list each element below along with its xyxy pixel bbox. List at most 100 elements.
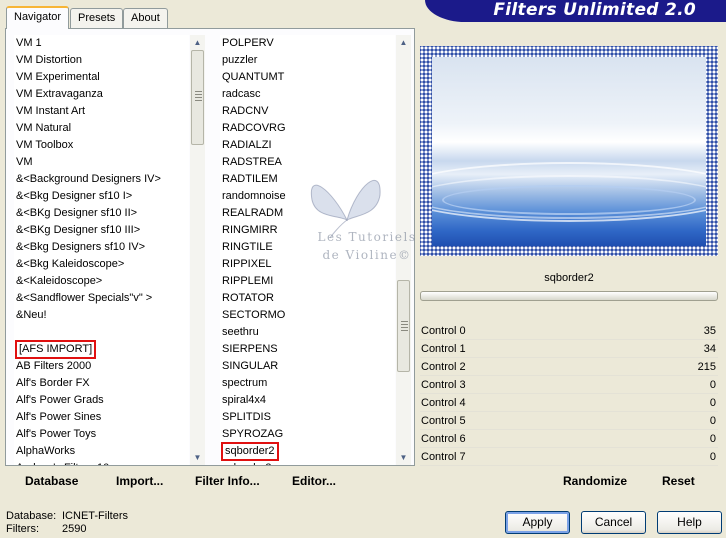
scroll-down-icon[interactable]: ▼	[190, 450, 205, 465]
control-row[interactable]: Control 5 0	[420, 412, 718, 430]
scroll-up-icon[interactable]: ▲	[396, 35, 411, 50]
filter-info-button[interactable]: Filter Info...	[195, 474, 260, 488]
category-item[interactable]: VM Instant Art	[14, 103, 189, 120]
filter-item-label: sqborder2	[221, 442, 279, 461]
category-item[interactable]: Alf's Power Sines	[14, 409, 189, 426]
category-item[interactable]: &<Background Designers IV>	[14, 171, 189, 188]
category-item[interactable]	[14, 324, 189, 341]
parameter-slider[interactable]	[420, 291, 718, 301]
control-row[interactable]: Control 2 215	[420, 358, 718, 376]
category-item[interactable]: Andrew's Filters 10	[14, 460, 189, 465]
filter-item[interactable]: RADCNV	[220, 103, 395, 120]
control-row[interactable]: Control 6 0	[420, 430, 718, 448]
filter-item-label: radcasc	[222, 88, 261, 100]
filter-item-label: spectrum	[222, 377, 268, 389]
filter-item[interactable]: RADCOVRG	[220, 120, 395, 137]
category-item-label: VM Extravaganza	[16, 88, 103, 100]
control-row[interactable]: Control 0 35	[420, 322, 718, 340]
control-value: 0	[709, 433, 716, 445]
category-item-label: &<Bkg Designers sf10 IV>	[16, 241, 146, 253]
category-item[interactable]: &<Sandflower Specials"v" >	[14, 290, 189, 307]
filter-item[interactable]: SPLITDIS	[220, 409, 395, 426]
category-item-label: VM Natural	[16, 122, 72, 134]
filter-item[interactable]: radcasc	[220, 86, 395, 103]
filter-item[interactable]: SINGULAR	[220, 358, 395, 375]
category-item[interactable]: VM 1	[14, 35, 189, 52]
category-item[interactable]: AB Filters 2000	[14, 358, 189, 375]
category-item[interactable]: &Neu!	[14, 307, 189, 324]
filter-item[interactable]: sqborder2	[220, 442, 395, 461]
filter-item-label: randomnoise	[222, 190, 286, 202]
filter-item[interactable]: spectrum	[220, 375, 395, 392]
database-value: ICNET-Filters	[62, 510, 128, 522]
filter-item[interactable]: sqborder3	[220, 460, 395, 465]
filter-item-label: SIERPENS	[222, 343, 278, 355]
filter-item[interactable]: QUANTUMT	[220, 69, 395, 86]
control-row[interactable]: Control 4 0	[420, 394, 718, 412]
filter-item[interactable]: SECTORMO	[220, 307, 395, 324]
filter-scroll-thumb[interactable]	[397, 280, 410, 372]
filter-item-label: RADTILEM	[222, 173, 278, 185]
filter-item[interactable]: ROTATOR	[220, 290, 395, 307]
category-item-label: &<Kaleidoscope>	[16, 275, 103, 287]
category-item[interactable]: VM Distortion	[14, 52, 189, 69]
category-item[interactable]: Alf's Power Grads	[14, 392, 189, 409]
category-item[interactable]: &<BKg Designer sf10 II>	[14, 205, 189, 222]
category-item[interactable]: &<BKg Designer sf10 III>	[14, 222, 189, 239]
control-row[interactable]: Control 7 0	[420, 448, 718, 466]
control-label: Control 2	[421, 361, 466, 373]
database-label: Database:	[6, 510, 57, 522]
controls-list: Control 0 35 Control 1 34 Control 2 215 Contro…	[420, 322, 718, 466]
filter-item-label: SPYROZAG	[222, 428, 284, 440]
filter-item[interactable]: RIPPLEMI	[220, 273, 395, 290]
category-item[interactable]: VM Toolbox	[14, 137, 189, 154]
control-row[interactable]: Control 3 0	[420, 376, 718, 394]
filter-item-label: puzzler	[222, 54, 258, 66]
watermark-line-2: de Violine©	[322, 248, 412, 262]
filter-item[interactable]: POLPERV	[220, 35, 395, 52]
filter-item[interactable]: SIERPENS	[220, 341, 395, 358]
scroll-up-icon[interactable]: ▲	[190, 35, 205, 50]
tab-presets[interactable]: Presets	[70, 8, 124, 28]
reset-button[interactable]: Reset	[662, 474, 695, 488]
filter-item[interactable]: puzzler	[220, 52, 395, 69]
category-scrollbar[interactable]: ▲ ▼	[190, 35, 205, 465]
tab-navigator[interactable]: Navigator	[6, 6, 70, 29]
filter-item[interactable]: seethru	[220, 324, 395, 341]
category-item[interactable]: VM Experimental	[14, 69, 189, 86]
category-list[interactable]: VM 1 VM Distortion VM Experimental VM Extra…	[14, 35, 189, 465]
editor-button[interactable]: Editor...	[292, 474, 336, 488]
tab-about[interactable]: About	[123, 8, 168, 28]
filter-item[interactable]: SPYROZAG	[220, 426, 395, 443]
category-item[interactable]: Alf's Power Toys	[14, 426, 189, 443]
import-button[interactable]: Import...	[116, 474, 163, 488]
control-row[interactable]: Control 1 34	[420, 340, 718, 358]
randomize-button[interactable]: Randomize	[563, 474, 627, 488]
database-button[interactable]: Database	[25, 474, 78, 488]
category-item-label: VM Toolbox	[16, 139, 74, 151]
cancel-button[interactable]: Cancel	[581, 511, 646, 534]
scroll-down-icon[interactable]: ▼	[396, 450, 411, 465]
category-item-label: &<Bkg Designer sf10 I>	[16, 190, 133, 202]
category-item[interactable]: [AFS IMPORT]	[14, 340, 189, 359]
filter-item-label: SECTORMO	[222, 309, 286, 321]
category-item[interactable]: VM Natural	[14, 120, 189, 137]
category-item[interactable]: AlphaWorks	[14, 443, 189, 460]
category-item[interactable]: &<Kaleidoscope>	[14, 273, 189, 290]
apply-button[interactable]: Apply	[505, 511, 570, 534]
category-item[interactable]: &<Bkg Designers sf10 IV>	[14, 239, 189, 256]
help-button[interactable]: Help	[657, 511, 722, 534]
control-value: 0	[709, 397, 716, 409]
category-item[interactable]: &<Bkg Kaleidoscope>	[14, 256, 189, 273]
category-item[interactable]: VM	[14, 154, 189, 171]
filter-item-label: spiral4x4	[222, 394, 267, 406]
filter-item[interactable]: spiral4x4	[220, 392, 395, 409]
category-scroll-thumb[interactable]	[191, 50, 204, 145]
category-item[interactable]: &<Bkg Designer sf10 I>	[14, 188, 189, 205]
category-item-label: VM Instant Art	[16, 105, 86, 117]
filter-item-label: RADIALZI	[222, 139, 272, 151]
category-item[interactable]: Alf's Border FX	[14, 375, 189, 392]
title-banner: Filters Unlimited 2.0	[425, 0, 726, 22]
filter-item[interactable]: RADIALZI	[220, 137, 395, 154]
category-item[interactable]: VM Extravaganza	[14, 86, 189, 103]
